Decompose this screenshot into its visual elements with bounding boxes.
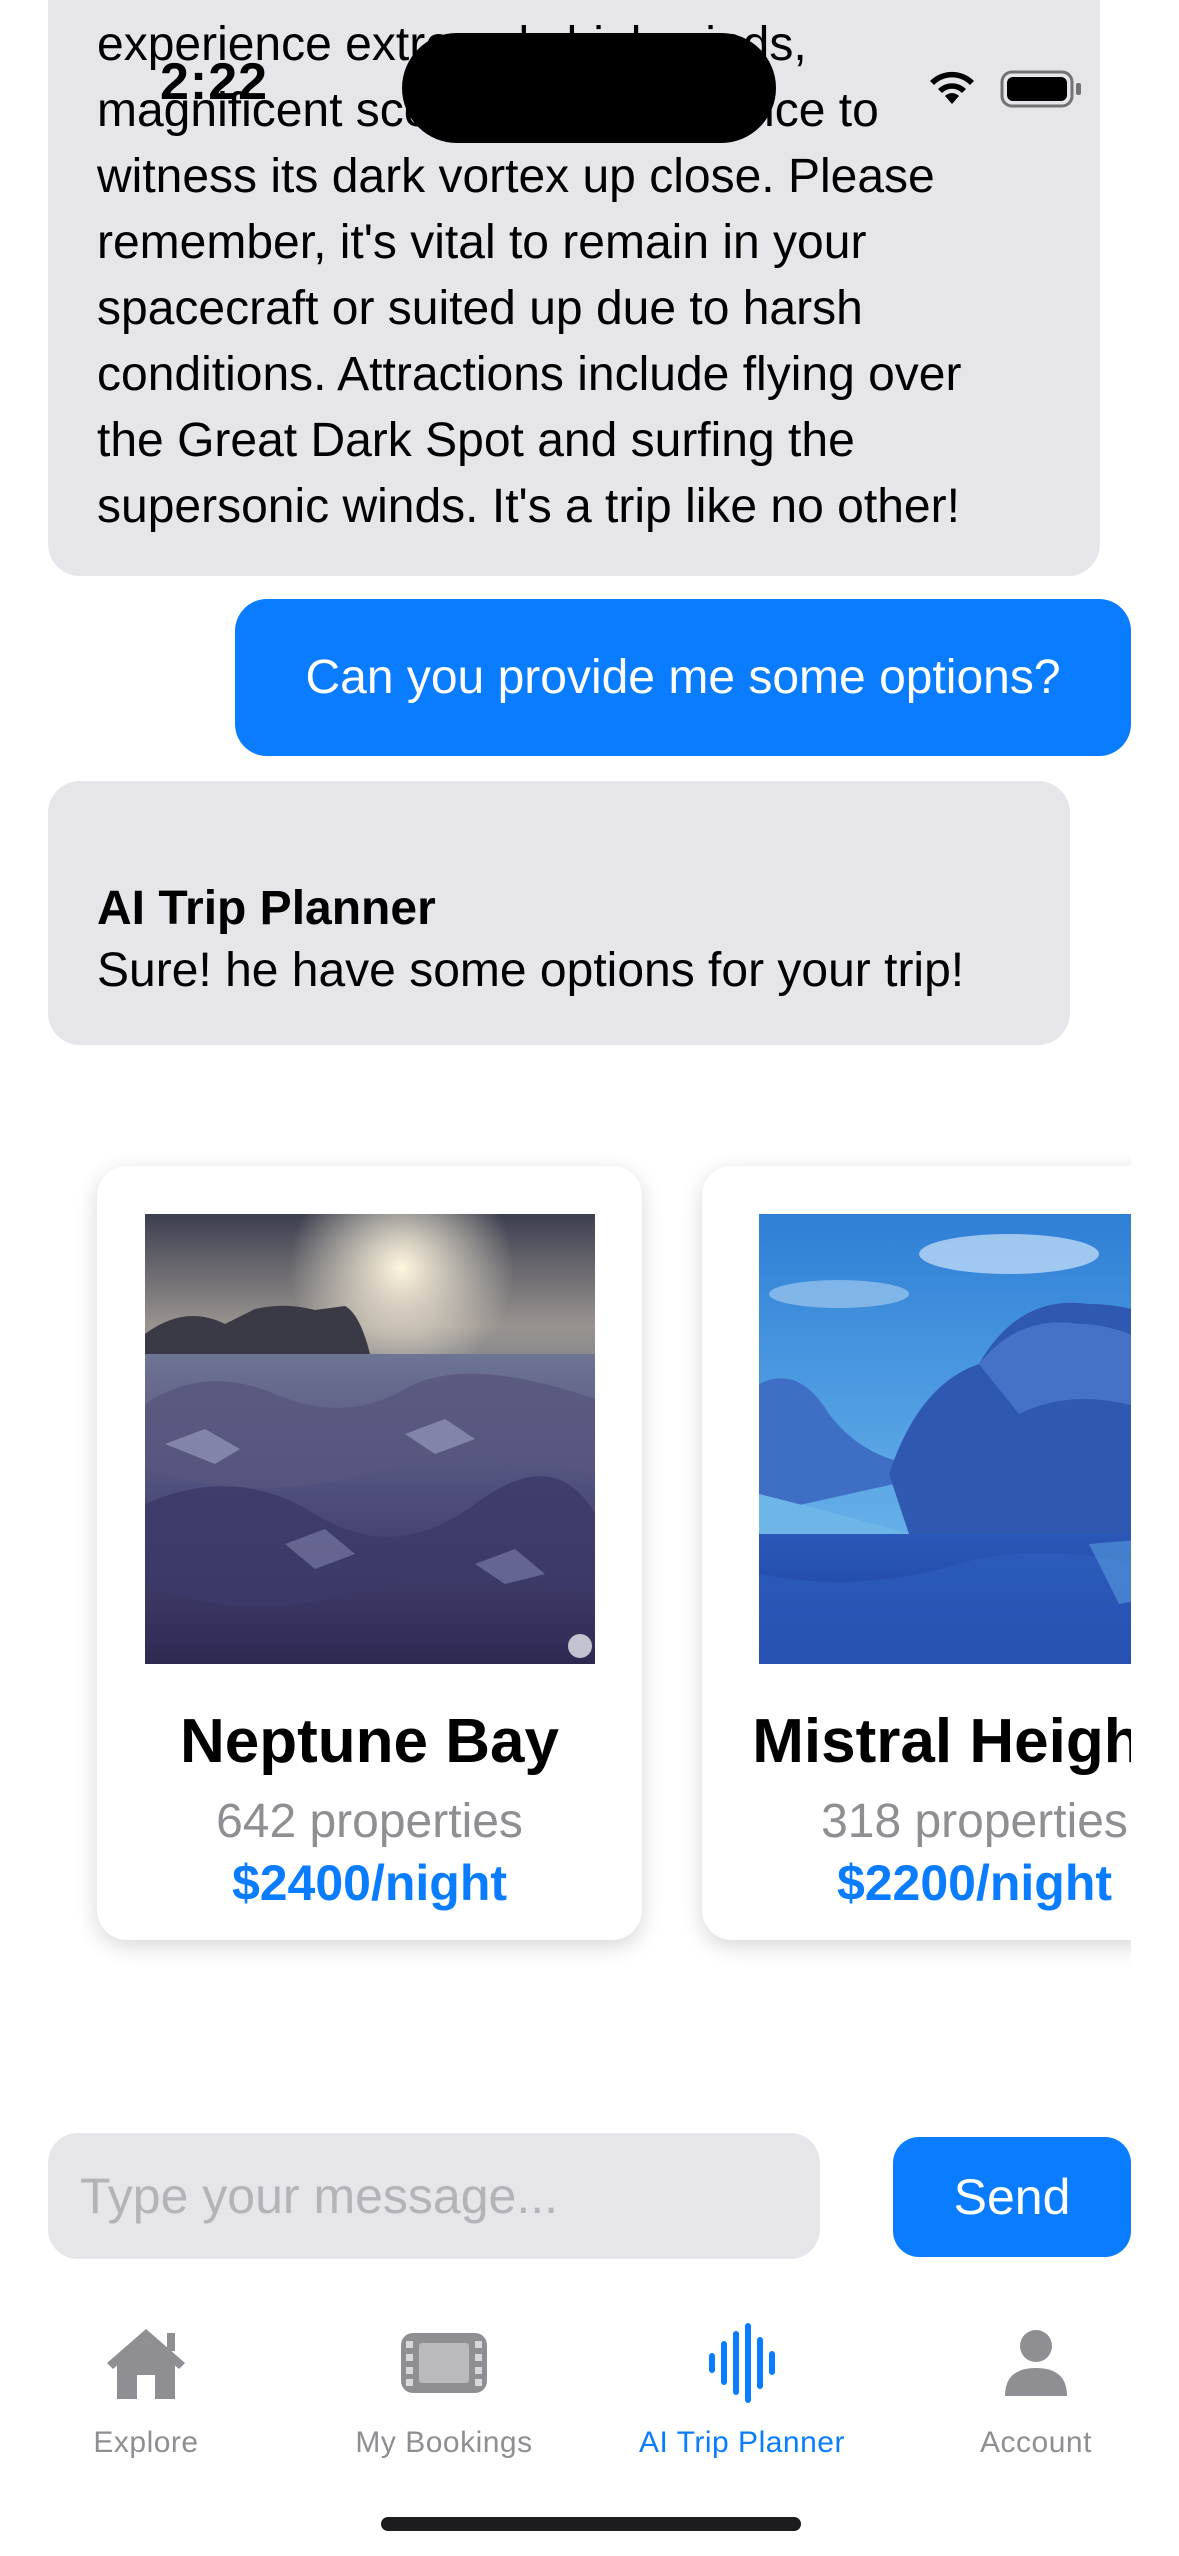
ai-reply-text: Sure! he have some options for your trip… (97, 944, 965, 997)
tab-label: My Bookings (355, 2426, 533, 2459)
message-input[interactable] (48, 2133, 820, 2259)
trip-option-card[interactable]: Neptune Bay 642 properties $2400/night (97, 1166, 642, 1940)
waveform-icon (709, 2323, 775, 2403)
property-count: 318 properties (821, 1795, 1128, 1848)
tab-label: Explore (93, 2426, 199, 2459)
nightly-price: $2400/night (231, 1855, 508, 1911)
person-icon (1005, 2330, 1067, 2396)
tab-account[interactable]: Account (906, 2318, 1166, 2478)
film-icon (401, 2333, 487, 2393)
nightly-price: $2200/night (836, 1855, 1113, 1911)
home-indicator (381, 2517, 801, 2531)
tab-my-bookings[interactable]: My Bookings (314, 2318, 574, 2478)
tab-explore[interactable]: Explore (16, 2318, 276, 2478)
dynamic-island (402, 33, 776, 143)
status-time: 2:22 (160, 53, 269, 111)
destination-image (759, 1214, 1131, 1664)
trip-options-carousel[interactable]: Neptune Bay 642 properties $2400/night M… (0, 1140, 1131, 1980)
ai-sender-name: AI Trip Planner (97, 882, 436, 935)
wifi-icon (930, 71, 974, 104)
destination-image (145, 1214, 595, 1664)
destination-name: Mistral Heights (752, 1707, 1131, 1776)
tab-label: AI Trip Planner (639, 2426, 845, 2459)
tab-label: Account (980, 2426, 1092, 2459)
user-message-bubble: Can you provide me some options? (235, 599, 1131, 756)
battery-icon (1000, 70, 1081, 108)
property-count: 642 properties (216, 1795, 523, 1848)
destination-name: Neptune Bay (180, 1707, 559, 1776)
house-icon (107, 2329, 185, 2399)
user-message-text: Can you provide me some options? (305, 651, 1061, 704)
ai-reply-bubble: AI Trip Planner Sure! he have some optio… (48, 781, 1070, 1045)
trip-option-card[interactable]: Mistral Heights 318 properties $2200/nig… (702, 1166, 1131, 1940)
tab-ai-trip-planner[interactable]: AI Trip Planner (612, 2318, 872, 2478)
send-button[interactable]: Send (893, 2137, 1131, 2257)
